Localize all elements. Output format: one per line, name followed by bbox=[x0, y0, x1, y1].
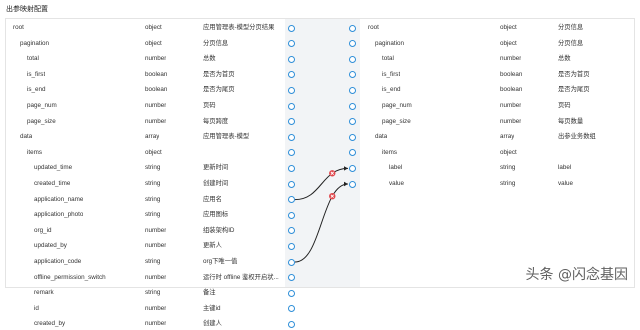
source-port-is-first[interactable] bbox=[287, 71, 295, 79]
target-port-is-first[interactable] bbox=[348, 71, 356, 79]
field-name: id bbox=[34, 304, 39, 312]
source-port-created-by[interactable] bbox=[287, 320, 295, 328]
target-port-items[interactable] bbox=[348, 149, 356, 157]
source-port-application-code[interactable] bbox=[287, 258, 295, 266]
target-port-page-size[interactable] bbox=[348, 118, 356, 126]
left-row-created-by[interactable]: created_by number 创建人 bbox=[13, 318, 281, 330]
source-port-created-time[interactable] bbox=[287, 180, 295, 188]
source-port-is-end[interactable] bbox=[287, 86, 295, 94]
field-name: created_by bbox=[34, 320, 66, 328]
source-port-page-num[interactable] bbox=[287, 102, 295, 110]
target-port-label[interactable] bbox=[348, 164, 356, 172]
target-port-value[interactable] bbox=[348, 180, 356, 188]
source-port-offline-permission-switch[interactable] bbox=[287, 274, 295, 282]
source-port-remark[interactable] bbox=[287, 289, 295, 297]
source-port-updated-by[interactable] bbox=[287, 242, 295, 250]
target-port-root[interactable] bbox=[348, 24, 356, 32]
left-row-id[interactable]: id number 主键id bbox=[13, 303, 281, 315]
mapping-links bbox=[294, 166, 349, 263]
arrow-head-icon bbox=[344, 181, 348, 187]
source-port-root[interactable] bbox=[287, 24, 295, 32]
target-port-total[interactable] bbox=[348, 55, 356, 63]
source-port-total[interactable] bbox=[287, 55, 295, 63]
field-type: number bbox=[145, 320, 167, 328]
field-description: 主键id bbox=[203, 304, 221, 312]
mapping-link-application-code-to-value[interactable] bbox=[294, 183, 349, 263]
source-port-data[interactable] bbox=[287, 133, 295, 141]
field-type: number bbox=[145, 304, 167, 312]
target-port-is-end[interactable] bbox=[348, 86, 356, 94]
source-port-items[interactable] bbox=[287, 149, 295, 157]
arrow-head-icon bbox=[344, 166, 348, 171]
target-port-data[interactable] bbox=[348, 133, 356, 141]
source-port-pagination[interactable] bbox=[287, 40, 295, 48]
mapping-link-application-name-to-label[interactable] bbox=[294, 167, 349, 201]
source-port-updated-time[interactable] bbox=[287, 164, 295, 172]
source-port-id[interactable] bbox=[287, 305, 295, 313]
source-port-page-size[interactable] bbox=[287, 118, 295, 126]
source-port-application-name[interactable] bbox=[287, 196, 295, 204]
target-port-page-num[interactable] bbox=[348, 102, 356, 110]
delete-link-icon[interactable] bbox=[329, 170, 336, 177]
target-port-pagination[interactable] bbox=[348, 40, 356, 48]
delete-link-icon[interactable] bbox=[329, 192, 336, 200]
watermark: 头条 @闪念基因 bbox=[525, 267, 628, 283]
source-port-org-id[interactable] bbox=[287, 227, 295, 235]
field-description: 创建人 bbox=[203, 320, 222, 328]
source-port-application-photo[interactable] bbox=[287, 211, 295, 219]
